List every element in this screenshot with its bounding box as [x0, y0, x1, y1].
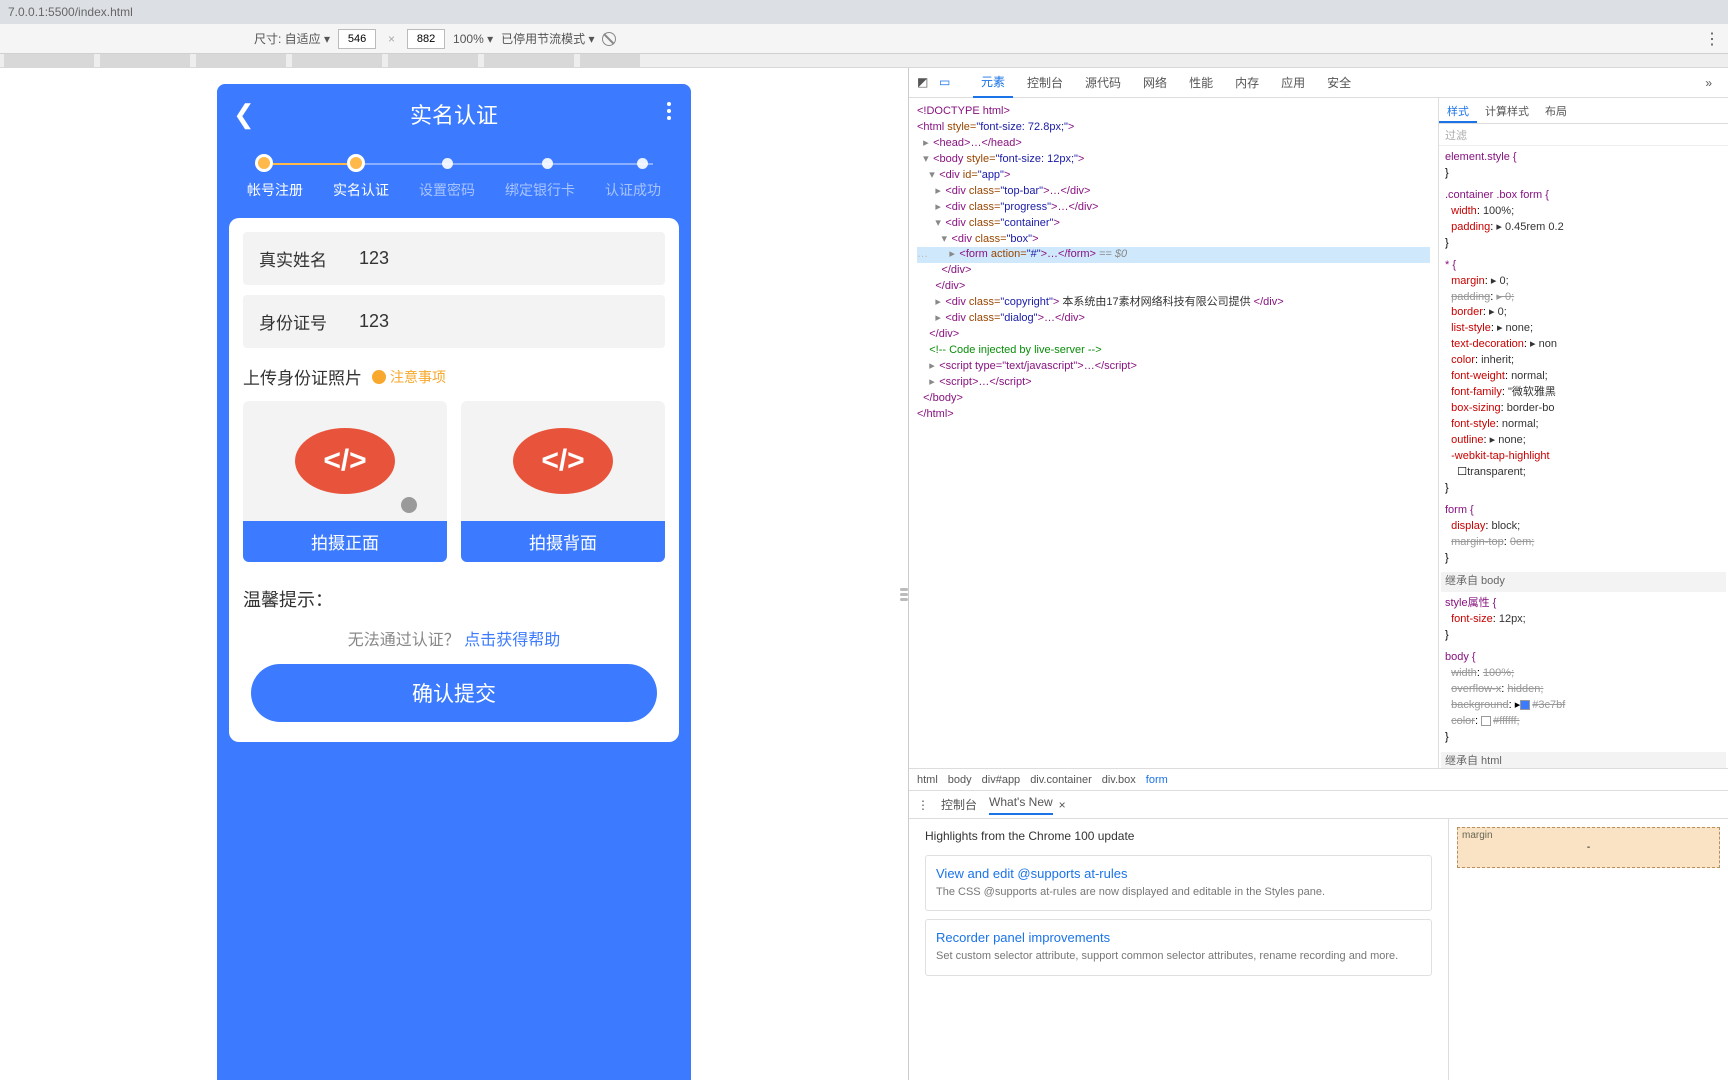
tab-application[interactable]: 应用: [1273, 68, 1313, 97]
app-top-bar: ❮ 实名认证: [217, 84, 691, 144]
inspect-icon[interactable]: ◩: [917, 75, 933, 91]
step-label: 实名认证: [333, 180, 389, 200]
card-body: Set custom selector attribute, support c…: [936, 949, 1421, 964]
selected-dom-node[interactable]: … ▸<form action="#">…</form> == $0: [917, 247, 1430, 263]
name-field[interactable]: 真实姓名 123: [243, 232, 665, 285]
menu-dots-icon[interactable]: [667, 102, 671, 120]
tips-label: 温馨提示：: [243, 586, 665, 612]
device-toolbar: 尺寸: 自适应 ▾ × 100% ▾ 已停用节流模式 ▾ ⋮: [0, 24, 1728, 54]
id-back-card[interactable]: </> 拍摄背面: [461, 401, 665, 562]
tab-performance[interactable]: 性能: [1181, 68, 1221, 97]
field-value: 123: [359, 311, 389, 332]
card-title: Recorder panel improvements: [936, 930, 1421, 945]
help-link[interactable]: 点击获得帮助: [464, 632, 560, 649]
tab-network[interactable]: 网络: [1135, 68, 1175, 97]
box-model-widget: margin -: [1448, 819, 1728, 1080]
dom-tree[interactable]: <!DOCTYPE html> <html style="font-size: …: [909, 98, 1438, 768]
devtools-panel: ◩ ▭ 元素 控制台 源代码 网络 性能 内存 应用 安全 » <!DOCTYP…: [908, 68, 1728, 1080]
field-label: 真实姓名: [259, 246, 359, 271]
drawer-tab-whatsnew[interactable]: What's New: [989, 795, 1053, 815]
dim-sep: ×: [388, 32, 395, 46]
resize-handle-right[interactable]: [900, 574, 908, 614]
crumb[interactable]: body: [948, 774, 972, 786]
device-width-input[interactable]: [338, 29, 376, 49]
crumb[interactable]: div.box: [1102, 774, 1136, 786]
browser-url: 7.0.0.1:5500/index.html: [8, 5, 133, 19]
size-label[interactable]: 尺寸: 自适应 ▾: [254, 30, 330, 47]
devtools-drawer: ⋮ 控制台 What's New × Highlights from the C…: [909, 790, 1728, 1080]
card-title: View and edit @supports at-rules: [936, 866, 1421, 881]
whats-new-panel: Highlights from the Chrome 100 update Vi…: [909, 819, 1448, 1080]
no-throttle-icon: [602, 32, 616, 46]
back-icon[interactable]: ❮: [233, 99, 255, 130]
drawer-more-icon[interactable]: ⋮: [917, 798, 929, 812]
placeholder-icon: </>: [513, 428, 613, 494]
devtools-tabs: ◩ ▭ 元素 控制台 源代码 网络 性能 内存 应用 安全 »: [909, 68, 1728, 98]
shoot-front-button[interactable]: 拍摄正面: [243, 521, 447, 562]
crumb[interactable]: form: [1146, 774, 1168, 786]
field-value: 123: [359, 248, 389, 269]
styles-filter[interactable]: 过滤: [1439, 124, 1728, 146]
tab-elements[interactable]: 元素: [973, 67, 1013, 98]
step-label: 认证成功: [605, 180, 661, 200]
mobile-preview: ❮ 实名认证 帐号注册 实名认证 设置密码 绑定银行卡: [217, 84, 691, 1080]
whats-new-card[interactable]: Recorder panel improvements Set custom s…: [925, 919, 1432, 975]
tab-computed[interactable]: 计算样式: [1477, 98, 1537, 123]
tab-styles[interactable]: 样式: [1439, 98, 1477, 123]
shoot-back-button[interactable]: 拍摄背面: [461, 521, 665, 562]
progress-steps: 帐号注册 实名认证 设置密码 绑定银行卡 认证成功: [217, 144, 691, 206]
card-body: The CSS @supports at-rules are now displ…: [936, 885, 1421, 900]
step-node-2: [347, 154, 365, 172]
crumb[interactable]: html: [917, 774, 938, 786]
step-node-3: [442, 158, 453, 169]
drawer-tab-console[interactable]: 控制台: [941, 796, 977, 813]
whats-new-card[interactable]: View and edit @supports at-rules The CSS…: [925, 855, 1432, 911]
css-rules[interactable]: element.style {} .container .box form { …: [1439, 146, 1728, 768]
device-more-icon[interactable]: ⋮: [1704, 29, 1720, 49]
form-box: 真实姓名 123 身份证号 123 上传身份证照片 注意事项 </>: [229, 218, 679, 742]
help-question: 无法通过认证？: [348, 632, 460, 649]
tab-sources[interactable]: 源代码: [1077, 68, 1129, 97]
id-front-card[interactable]: </> 拍摄正面: [243, 401, 447, 562]
tab-memory[interactable]: 内存: [1227, 68, 1267, 97]
step-node-1: [255, 154, 273, 172]
browser-tab-strip: 7.0.0.1:5500/index.html: [0, 0, 1728, 24]
placeholder-icon: </>: [295, 428, 395, 494]
crumb[interactable]: div.container: [1030, 774, 1092, 786]
preview-pane: ❮ 实名认证 帐号注册 实名认证 设置密码 绑定银行卡: [0, 68, 908, 1080]
throttle-select[interactable]: 已停用节流模式 ▾: [501, 30, 594, 47]
tab-layout[interactable]: 布局: [1537, 98, 1575, 123]
field-label: 身份证号: [259, 309, 359, 334]
close-icon[interactable]: ×: [1059, 798, 1066, 812]
crumb[interactable]: div#app: [982, 774, 1021, 786]
step-label: 帐号注册: [247, 180, 303, 200]
step-node-5: [637, 158, 648, 169]
tabs-overflow[interactable]: »: [1697, 70, 1720, 96]
device-height-input[interactable]: [407, 29, 445, 49]
submit-button[interactable]: 确认提交: [251, 664, 657, 722]
styles-pane: 样式 计算样式 布局 过滤 element.style {} .containe…: [1438, 98, 1728, 768]
id-field[interactable]: 身份证号 123: [243, 295, 665, 348]
upload-title: 上传身份证照片: [243, 364, 362, 389]
ruler: [0, 54, 1728, 68]
dom-breadcrumb: html body div#app div.container div.box …: [909, 768, 1728, 790]
whats-new-heading: Highlights from the Chrome 100 update: [925, 829, 1432, 843]
step-label: 绑定银行卡: [505, 180, 575, 200]
step-node-4: [542, 158, 553, 169]
notice-link[interactable]: 注意事项: [372, 367, 446, 387]
zoom-select[interactable]: 100% ▾: [453, 32, 493, 46]
tab-console[interactable]: 控制台: [1019, 68, 1071, 97]
step-label: 设置密码: [419, 180, 475, 200]
device-toggle-icon[interactable]: ▭: [939, 75, 955, 91]
page-title: 实名认证: [410, 98, 498, 130]
tab-security[interactable]: 安全: [1319, 68, 1359, 97]
